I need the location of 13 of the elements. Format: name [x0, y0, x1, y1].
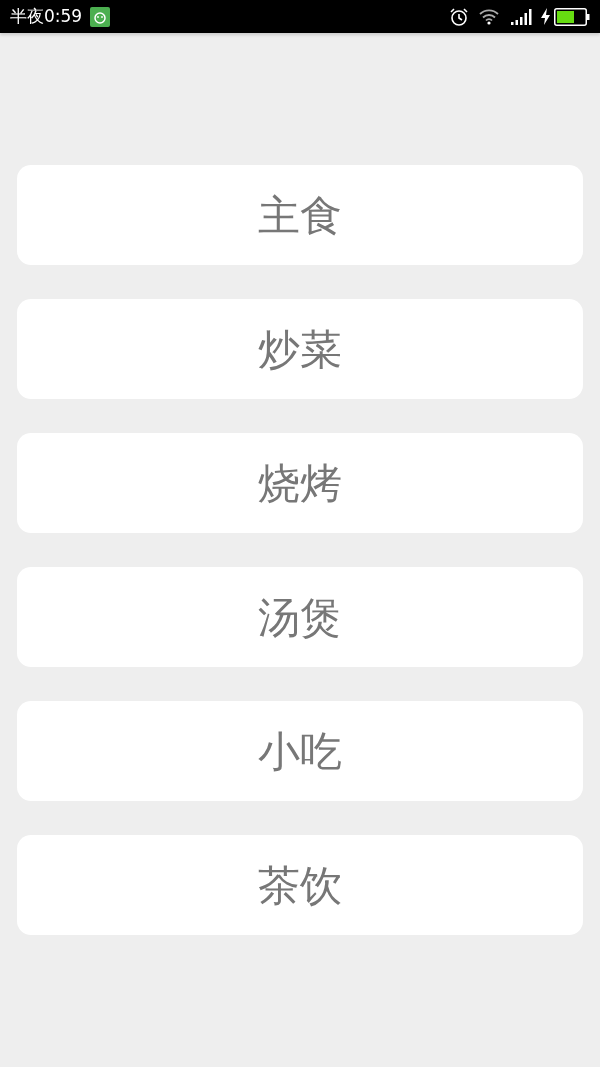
signal-icon [511, 8, 533, 25]
charging-icon [541, 8, 550, 25]
app-notification-icon [90, 6, 111, 27]
menu-item[interactable]: 烧烤 [17, 433, 583, 533]
menu-item[interactable]: 主食 [17, 165, 583, 265]
alarm-icon [449, 6, 469, 27]
menu-item[interactable]: 茶饮 [17, 835, 583, 935]
menu-item[interactable]: 汤煲 [17, 567, 583, 667]
battery-icon [554, 7, 590, 26]
menu-item[interactable]: 小吃 [17, 701, 583, 801]
wifi-icon [479, 8, 499, 25]
status-time: 半夜0:59 [10, 4, 83, 28]
menu-item[interactable]: 炒菜 [17, 299, 583, 399]
